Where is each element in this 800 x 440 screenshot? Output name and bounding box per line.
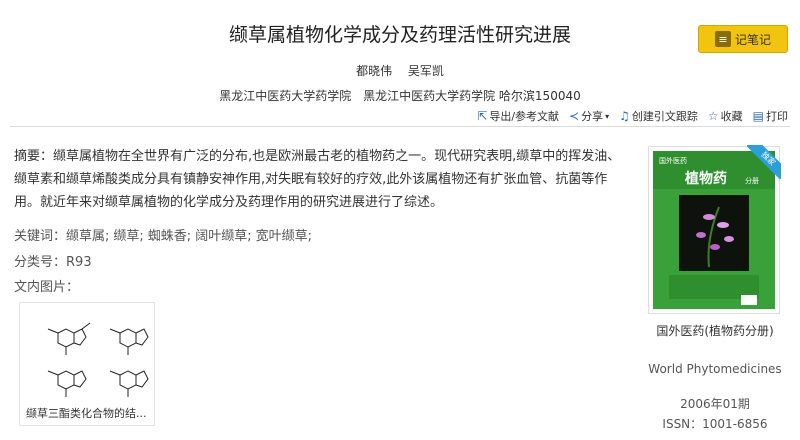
affiliation-link[interactable]: 黑龙江中医药大学药学院: [219, 89, 351, 103]
journal-issn: ISSN：1001-6856: [662, 417, 768, 431]
class-row: 分类号：R93: [14, 251, 92, 270]
keyword-link[interactable]: 阔叶缬草;: [195, 229, 251, 244]
keyword-link[interactable]: 蜘蛛香;: [148, 229, 191, 244]
exclusive-badge: 独家: [747, 145, 781, 179]
cover-header-text: 国外医药: [659, 156, 687, 165]
keywords-row: 关键词：缬草属; 缬草; 蜘蛛香; 阔叶缬草; 宽叶缬草;: [14, 225, 316, 244]
abstract-text: 缬草属植物在全世界有广泛的分布,也是欧洲最古老的植物药之一。现代研究表明,缬草中…: [14, 149, 621, 210]
article-title: 缬草属植物化学成分及药理活性研究进展: [228, 24, 571, 46]
export-button[interactable]: ⇱ 导出/参考文献: [477, 108, 559, 124]
printer-icon: ▤: [752, 109, 764, 123]
chemical-structure-image: [47, 322, 149, 397]
exclusive-badge-text: 独家: [747, 145, 781, 179]
journal-cover[interactable]: 国外医药 植物药 分册 独家: [648, 145, 781, 314]
take-note-label: 记笔记: [734, 32, 771, 47]
keyword-link[interactable]: 缬草属;: [66, 229, 109, 244]
favorite-label: 收藏: [720, 110, 743, 123]
journal-issue[interactable]: 2006年01期: [648, 395, 782, 412]
keyword-link[interactable]: 宽叶缬草;: [256, 229, 312, 244]
favorite-button[interactable]: ☆ 收藏: [708, 108, 743, 124]
class-label: 分类号：: [14, 255, 67, 270]
affiliation-link[interactable]: 黑龙江中医药大学药学院 哈尔滨150040: [363, 89, 581, 103]
share-button[interactable]: ≺ 分享 ▾: [569, 108, 609, 124]
abstract-block: 摘要：缬草属植物在全世界有广泛的分布,也是欧洲最古老的植物药之一。现代研究表明,…: [14, 145, 632, 214]
keywords-label: 关键词：: [14, 229, 67, 244]
figure-caption[interactable]: 缬草三酯类化合物的结...: [26, 405, 152, 421]
export-icon: ⇱: [477, 109, 488, 123]
star-icon: ☆: [707, 109, 719, 123]
journal-name-cn[interactable]: 国外医药(植物药分册): [648, 322, 782, 340]
take-note-button[interactable]: ≡ 记笔记: [698, 25, 788, 53]
class-value: R93: [66, 255, 92, 270]
share-icon: ≺: [569, 109, 580, 123]
affiliation-list: 黑龙江中医药大学药学院 黑龙江中医药大学药学院 哈尔滨150040: [0, 87, 800, 104]
journal-name-en: World Phytomedicines: [648, 362, 782, 376]
abstract-label: 摘要：: [14, 149, 54, 164]
chevron-down-icon: ▾: [605, 111, 610, 121]
bell-icon: ♫: [619, 109, 630, 123]
figures-label: 文内图片：: [14, 280, 80, 295]
cover-title-text: 植物药: [684, 170, 727, 187]
print-label: 打印: [766, 110, 788, 123]
keyword-link[interactable]: 缬草;: [113, 229, 143, 244]
cite-track-label: 创建引文跟踪: [631, 110, 698, 123]
author-list: 都晓伟 吴军凯: [0, 62, 800, 79]
article-toolbar: ⇱ 导出/参考文献 ≺ 分享 ▾ ♫ 创建引文跟踪 ☆ 收藏 ▤ 打印: [477, 108, 788, 124]
print-button[interactable]: ▤ 打印: [753, 108, 788, 124]
cite-track-button[interactable]: ♫ 创建引文跟踪: [619, 108, 698, 124]
author-link[interactable]: 吴军凯: [408, 64, 444, 78]
author-link[interactable]: 都晓伟: [356, 64, 392, 78]
export-label: 导出/参考文献: [489, 110, 560, 123]
share-label: 分享: [581, 110, 604, 123]
header-divider: [10, 126, 790, 127]
note-icon: ≡: [714, 31, 731, 47]
